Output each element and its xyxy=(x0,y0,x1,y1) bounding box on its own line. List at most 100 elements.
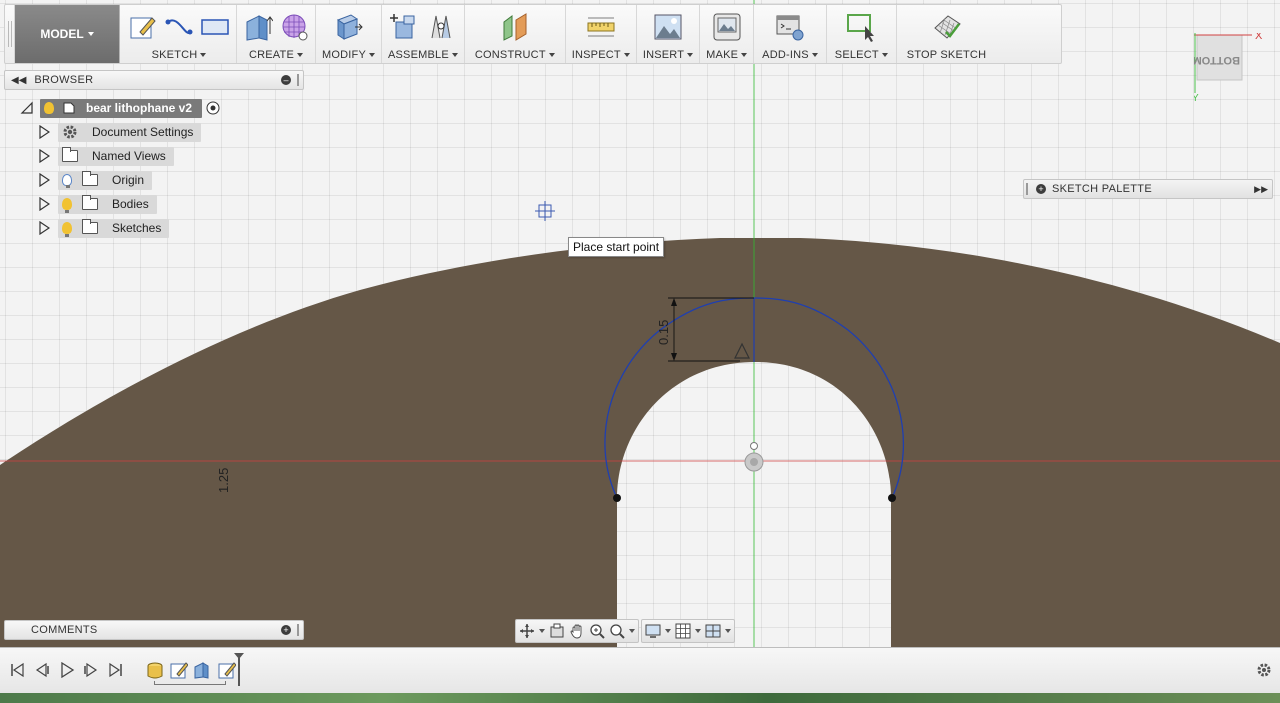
comments-panel-header[interactable]: COMMENTS + xyxy=(4,620,304,640)
visibility-bulb-icon[interactable] xyxy=(62,222,72,237)
named-views-item[interactable]: Named Views xyxy=(58,146,174,166)
toolbar-group-insert[interactable]: INSERT xyxy=(637,5,701,63)
chevron-down-icon[interactable] xyxy=(725,629,731,633)
timeline-feature-cylinder-icon[interactable] xyxy=(146,661,164,681)
origin-point[interactable] xyxy=(750,442,758,450)
desktop-background-strip xyxy=(0,693,1280,703)
extrude-icon[interactable] xyxy=(243,12,274,42)
pan-hand-icon[interactable] xyxy=(569,623,585,639)
play-icon[interactable] xyxy=(59,662,75,678)
grid-settings-icon[interactable] xyxy=(675,623,691,639)
browser-root-row[interactable]: bear lithophane v2 xyxy=(20,98,221,118)
browser-root-item[interactable]: bear lithophane v2 xyxy=(40,98,203,118)
origin-item[interactable]: Origin xyxy=(58,170,153,190)
browser-panel-header[interactable]: ◀◀ BROWSER – xyxy=(4,70,304,90)
workspace-label: MODEL xyxy=(40,27,84,41)
go-to-end-icon[interactable] xyxy=(108,662,124,678)
toolbar-group-construct[interactable]: CONSTRUCT xyxy=(465,5,566,63)
timeline-settings-gear-icon[interactable] xyxy=(1256,662,1272,678)
offset-plane-icon[interactable] xyxy=(500,12,530,42)
collapse-triangle-icon[interactable] xyxy=(20,101,34,115)
browser-item-document-settings[interactable]: Document Settings xyxy=(38,122,202,142)
toolbar-group-addins[interactable]: ADD-INS xyxy=(754,5,827,63)
toolbar-group-inspect[interactable]: INSPECT xyxy=(566,5,637,63)
toolbar-group-create[interactable]: CREATE xyxy=(237,5,316,63)
toolbar-group-assemble[interactable]: ASSEMBLE xyxy=(382,5,465,63)
scripts-icon[interactable] xyxy=(775,12,805,42)
toolbar-grip[interactable] xyxy=(5,5,15,63)
collapse-panel-icon[interactable]: ◀◀ xyxy=(11,75,26,86)
viewcube-axis-y: Y xyxy=(1194,93,1199,103)
joint-icon[interactable] xyxy=(426,12,456,42)
chevron-down-icon xyxy=(687,53,694,58)
line-icon[interactable] xyxy=(164,12,194,42)
body-shape[interactable] xyxy=(0,238,1280,647)
expand-triangle-icon[interactable] xyxy=(38,149,50,163)
form-icon[interactable] xyxy=(279,12,309,42)
add-comment-icon[interactable]: + xyxy=(281,625,291,635)
timeline-feature-extrude-icon[interactable] xyxy=(193,661,211,679)
look-at-icon[interactable] xyxy=(549,623,565,639)
orbit-icon[interactable] xyxy=(519,623,535,639)
visibility-bulb-off-icon[interactable] xyxy=(62,174,72,188)
browser-item-bodies[interactable]: Bodies xyxy=(38,194,157,214)
panel-grip[interactable] xyxy=(297,624,299,636)
go-to-start-icon[interactable] xyxy=(9,662,25,678)
expand-triangle-icon[interactable] xyxy=(38,173,50,187)
create-sketch-icon[interactable] xyxy=(128,12,158,42)
chevron-down-icon[interactable] xyxy=(695,629,701,633)
toolbar-group-sketch[interactable]: SKETCH xyxy=(120,5,237,63)
timeline-marker-icon[interactable] xyxy=(234,653,244,687)
bodies-item[interactable]: Bodies xyxy=(58,194,157,214)
browser-item-sketches[interactable]: Sketches xyxy=(38,218,170,238)
panel-grip[interactable] xyxy=(1026,183,1028,195)
timeline-feature-sketch-icon[interactable] xyxy=(170,661,188,679)
press-pull-icon[interactable] xyxy=(333,12,364,42)
toolbar-group-stop-sketch[interactable]: STOP SKETCH xyxy=(897,5,996,63)
crosshair-cursor-icon xyxy=(535,201,555,221)
activate-radio-icon[interactable] xyxy=(205,100,221,116)
expand-triangle-icon[interactable] xyxy=(38,125,50,139)
workspace-switcher[interactable]: MODEL xyxy=(15,5,120,63)
stop-sketch-icon[interactable] xyxy=(932,12,962,42)
chevron-down-icon[interactable] xyxy=(629,629,635,633)
chevron-down-icon[interactable] xyxy=(539,629,545,633)
arc-endpoint-left[interactable] xyxy=(613,494,621,502)
new-component-icon[interactable] xyxy=(389,12,420,42)
chevron-down-icon[interactable] xyxy=(665,629,671,633)
expand-triangle-icon[interactable] xyxy=(38,221,50,235)
expand-palette-icon[interactable]: + xyxy=(1036,184,1046,194)
arc-endpoint-right[interactable] xyxy=(888,494,896,502)
visibility-bulb-icon[interactable] xyxy=(44,102,54,117)
view-cube[interactable]: X Y BOTTOM xyxy=(1192,30,1264,104)
panel-grip[interactable] xyxy=(297,74,299,86)
viewports-icon[interactable] xyxy=(705,623,721,639)
visibility-bulb-icon[interactable] xyxy=(62,198,72,213)
toolbar-group-make[interactable]: MAKE xyxy=(700,5,755,63)
browser-item-named-views[interactable]: Named Views xyxy=(38,146,174,166)
display-settings-icon[interactable] xyxy=(645,623,661,639)
insert-image-icon[interactable] xyxy=(653,12,683,42)
dimension-side[interactable]: 1.25 xyxy=(216,468,231,493)
measure-icon[interactable] xyxy=(586,12,616,42)
zoom-window-icon[interactable] xyxy=(609,623,625,639)
toolbar-group-modify[interactable]: MODIFY xyxy=(316,5,382,63)
sketches-item[interactable]: Sketches xyxy=(58,218,170,238)
sketch-palette-header[interactable]: + SKETCH PALETTE ▶▶ xyxy=(1023,179,1273,199)
dimension-arc-gap[interactable]: 0.15 xyxy=(656,320,671,345)
rectangle-icon[interactable] xyxy=(200,12,230,42)
step-back-icon[interactable] xyxy=(34,662,50,678)
document-settings-item[interactable]: Document Settings xyxy=(58,122,202,142)
browser-item-origin[interactable]: Origin xyxy=(38,170,153,190)
3d-print-icon[interactable] xyxy=(712,12,742,42)
toolbar-group-select[interactable]: SELECT xyxy=(827,5,897,63)
step-forward-icon[interactable] xyxy=(83,662,99,678)
zoom-icon[interactable] xyxy=(589,623,605,639)
select-icon[interactable] xyxy=(846,12,876,42)
expand-arrows-icon[interactable]: ▶▶ xyxy=(1254,184,1272,195)
minimize-icon[interactable]: – xyxy=(281,75,291,85)
chevron-down-icon xyxy=(741,53,748,58)
expand-triangle-icon[interactable] xyxy=(38,197,50,211)
gear-icon xyxy=(63,125,77,139)
viewcube-face-label[interactable]: BOTTOM xyxy=(1193,54,1240,66)
